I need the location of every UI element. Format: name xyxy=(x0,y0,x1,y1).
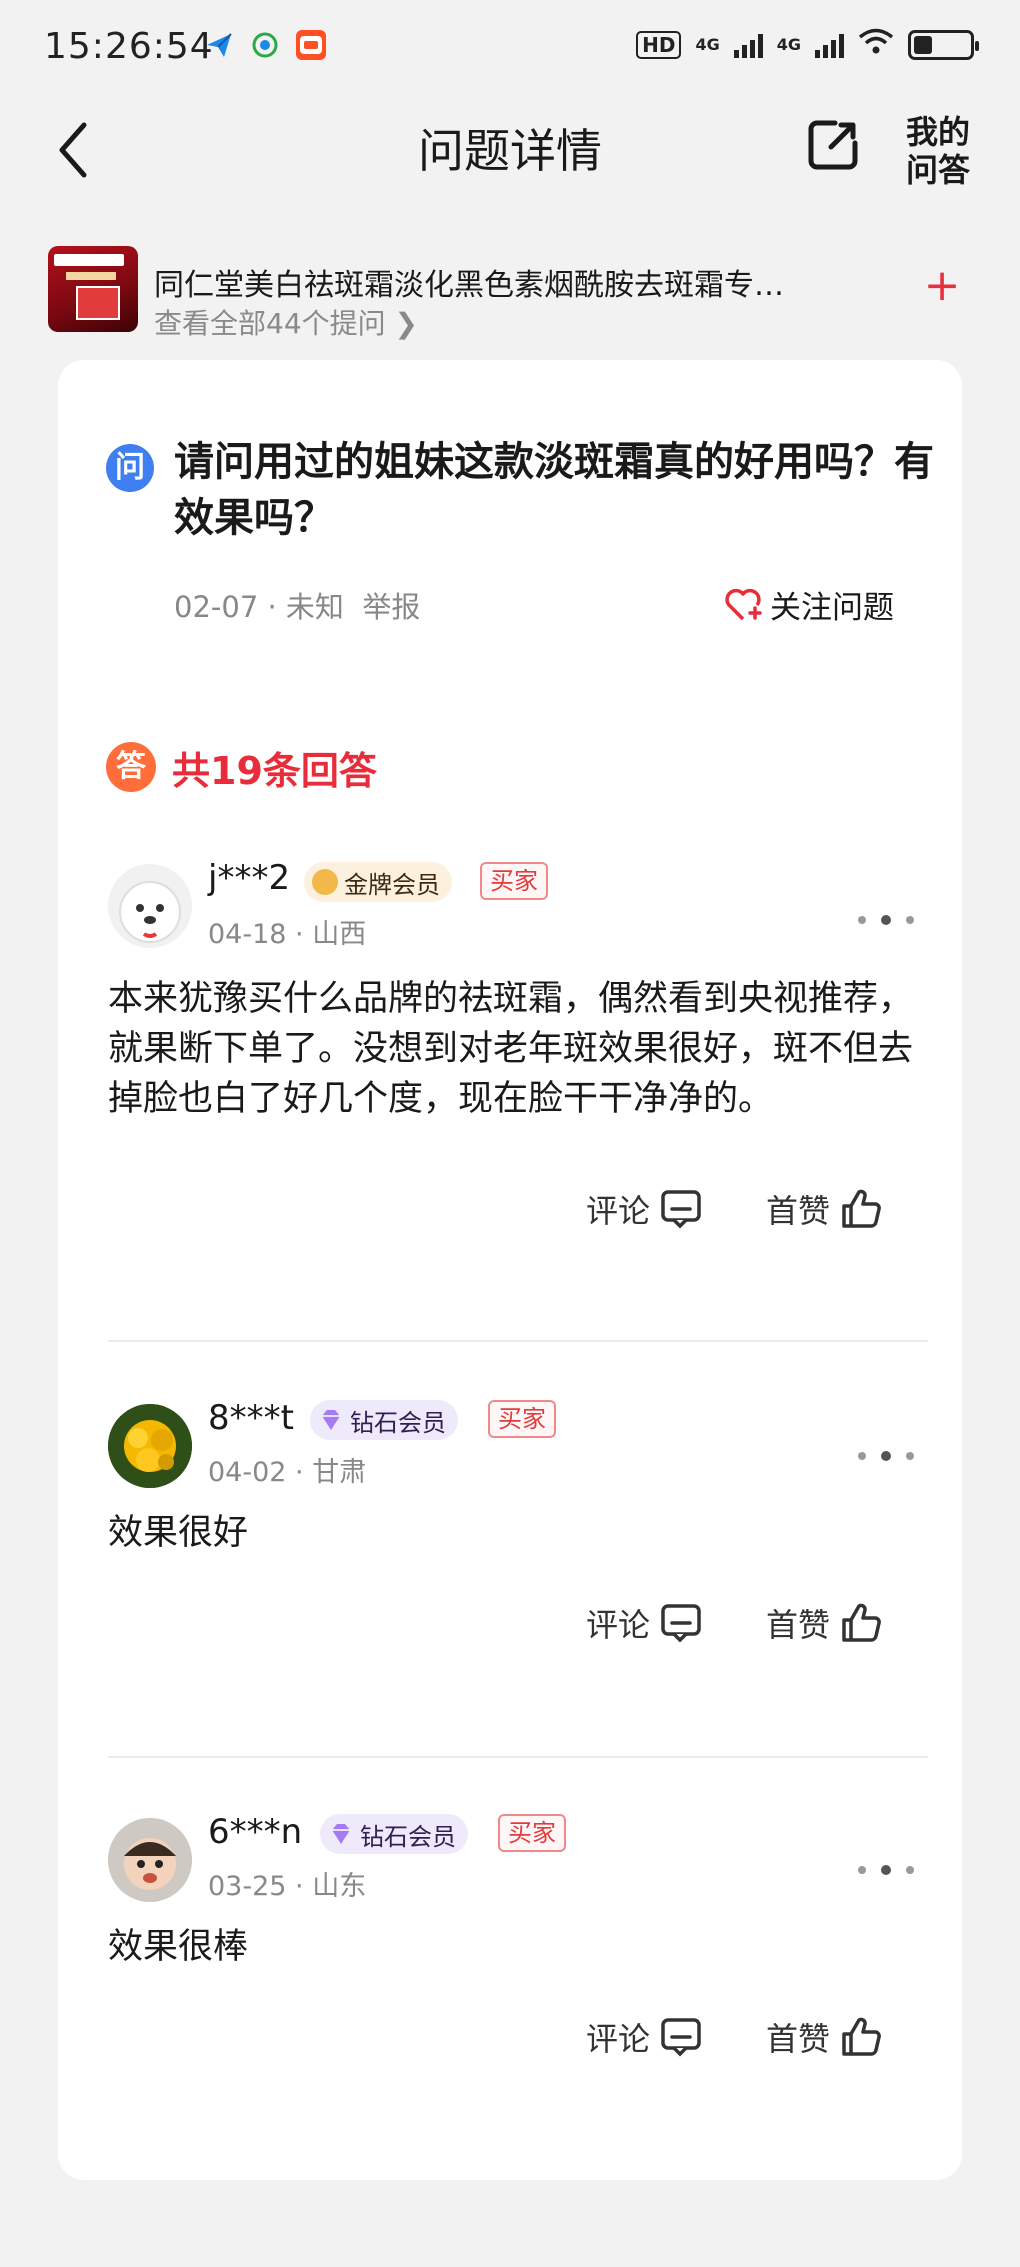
gold-member-icon xyxy=(312,869,338,895)
answer-icon: 答 xyxy=(106,742,156,792)
product-name: 同仁堂美白祛斑霜淡化黑色素烟酰胺去斑霜专… xyxy=(154,268,784,303)
status-notification-icons xyxy=(204,30,326,60)
taobao-app-icon xyxy=(296,30,326,60)
question-icon: 问 xyxy=(106,444,154,492)
status-system-icons: HD 4G 4G xyxy=(636,28,979,61)
user-name: 8***t xyxy=(208,1398,294,1438)
like-button[interactable]: 首赞 xyxy=(766,1186,882,1232)
more-options-button[interactable] xyxy=(858,1446,914,1466)
like-label: 首赞 xyxy=(766,2020,831,2058)
member-label: 金牌会员 xyxy=(344,870,440,899)
member-label: 钻石会员 xyxy=(350,1408,446,1437)
answer-item: 6***n 钻石会员 买家 03-25 · 山东 效果很棒 评论 首赞 xyxy=(58,1812,962,2078)
user-name: 6***n xyxy=(208,1812,303,1852)
diamond-icon xyxy=(332,1824,350,1844)
status-time: 15:26:54 xyxy=(44,26,214,67)
answer-actions: 评论 首赞 xyxy=(586,2014,882,2060)
buyer-badge: 买家 xyxy=(498,1814,566,1852)
mobile-operator-icon xyxy=(250,30,280,60)
avatar xyxy=(108,1404,192,1488)
send-app-icon xyxy=(204,30,234,60)
battery-icon xyxy=(908,29,979,60)
like-label: 首赞 xyxy=(766,1606,831,1644)
more-options-button[interactable] xyxy=(858,1860,914,1880)
heart-plus-icon xyxy=(725,588,762,620)
member-badge: 钻石会员 xyxy=(320,1814,468,1854)
top-nav-bar: 问题详情 我的 问答 xyxy=(0,95,1020,220)
comment-label: 评论 xyxy=(586,2020,651,2058)
comment-icon xyxy=(661,1190,701,1229)
comment-label: 评论 xyxy=(586,1606,651,1644)
answer-item: 8***t 钻石会员 买家 04-02 · 甘肃 效果很好 评论 首赞 xyxy=(58,1398,962,1664)
question-card: 问 请问用过的姐妹这款淡斑霜真的好用吗？有效果吗？ 02-07 · 未知 举报 … xyxy=(58,360,962,2180)
comment-icon xyxy=(661,1604,701,1643)
add-question-button[interactable]: + xyxy=(922,264,962,308)
like-label: 首赞 xyxy=(766,1192,831,1230)
product-summary[interactable]: 同仁堂美白祛斑霜淡化黑色素烟酰胺去斑霜专… 查看全部44个提问 ❯ + xyxy=(0,220,1020,350)
answer-text: 效果很好 xyxy=(108,1513,249,1553)
answer-meta: 04-18 · 山西 xyxy=(208,919,367,950)
more-options-button[interactable] xyxy=(858,910,914,930)
thumbs-up-icon xyxy=(842,1189,881,1228)
comment-label: 评论 xyxy=(586,1192,651,1230)
comment-button[interactable]: 评论 xyxy=(586,1600,702,1646)
divider xyxy=(108,1756,928,1758)
member-label: 钻石会员 xyxy=(360,1822,456,1851)
answer-meta: 03-25 · 山东 xyxy=(208,1871,367,1902)
comment-icon xyxy=(661,2018,701,2057)
hd-voice-icon: HD xyxy=(636,30,682,59)
thumbs-up-icon xyxy=(842,2017,881,2056)
view-all-questions-link[interactable]: 查看全部44个提问 ❯ xyxy=(154,302,418,342)
my-qa-button[interactable]: 我的 问答 xyxy=(898,113,978,189)
comment-button[interactable]: 评论 xyxy=(586,1186,702,1232)
buyer-badge: 买家 xyxy=(488,1400,556,1438)
member-badge: 金牌会员 xyxy=(304,862,452,902)
thumbs-up-icon xyxy=(842,1603,881,1642)
buyer-badge: 买家 xyxy=(480,862,548,900)
divider xyxy=(108,1340,928,1342)
signal-2-label: 4G xyxy=(776,35,801,54)
avatar xyxy=(108,1818,192,1902)
answer-actions: 评论 首赞 xyxy=(586,1186,882,1232)
signal-1-label: 4G xyxy=(695,35,720,54)
signal-2-icon xyxy=(815,32,844,58)
signal-1-icon xyxy=(733,32,763,58)
product-thumbnail xyxy=(48,246,138,332)
answer-item: j***2 金牌会员 买家 04-18 · 山西 本来犹豫买什么品牌的祛斑霜，偶… xyxy=(58,850,962,1300)
share-icon xyxy=(808,120,858,170)
status-bar: 15:26:54 HD 4G 4G xyxy=(0,0,1020,95)
page-title: 问题详情 xyxy=(418,124,602,178)
member-badge: 钻石会员 xyxy=(310,1400,458,1440)
wifi-icon xyxy=(858,28,894,61)
comment-button[interactable]: 评论 xyxy=(586,2014,702,2060)
answer-text: 效果很棒 xyxy=(108,1927,249,1967)
question-meta: 02-07 · 未知 举报 xyxy=(174,590,421,624)
answer-actions: 评论 首赞 xyxy=(586,1600,882,1646)
share-button[interactable] xyxy=(805,117,861,173)
like-button[interactable]: 首赞 xyxy=(766,1600,882,1646)
follow-question-label: 关注问题 xyxy=(770,590,894,626)
answer-text: 本来犹豫买什么品牌的祛斑霜，偶然看到央视推荐，就果断下单了。没想到对老年斑效果很… xyxy=(108,979,914,1119)
avatar xyxy=(108,864,192,948)
user-name: j***2 xyxy=(208,858,291,898)
like-button[interactable]: 首赞 xyxy=(766,2014,882,2060)
follow-question-button[interactable]: 关注问题 xyxy=(724,582,894,627)
answer-count: 共19条回答 xyxy=(172,749,377,793)
question-text: 请问用过的姐妹这款淡斑霜真的好用吗？有效果吗？ xyxy=(174,439,934,541)
answer-meta: 04-02 · 甘肃 xyxy=(208,1457,367,1488)
diamond-icon xyxy=(322,1410,340,1430)
